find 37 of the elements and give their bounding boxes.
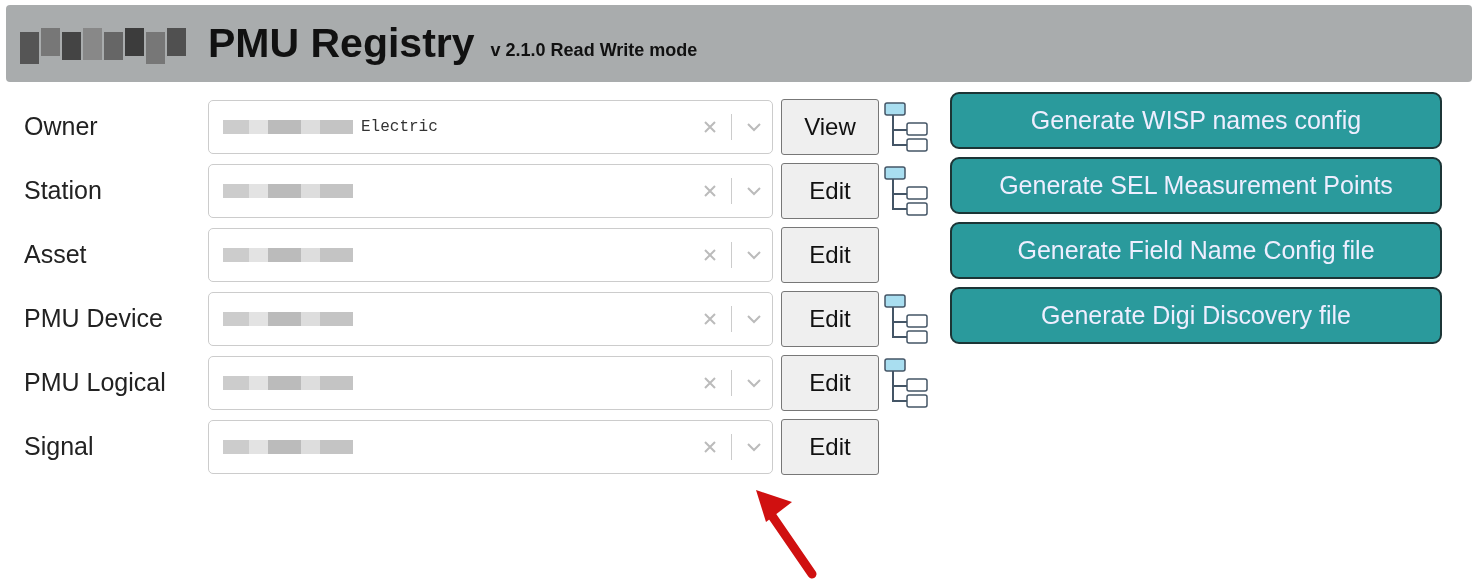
edit-button[interactable]: Edit [781,291,879,347]
field-label: PMU Logical [23,367,167,399]
field-label: Station [23,175,103,207]
clear-icon[interactable] [703,376,717,390]
chevron-down-icon[interactable] [746,250,762,260]
edit-button[interactable]: Edit [781,163,879,219]
field-label: Owner [23,111,99,143]
field-label: Asset [23,239,88,271]
clear-icon[interactable] [703,312,717,326]
chevron-down-icon[interactable] [746,442,762,452]
select-field[interactable]: Electric [208,100,773,154]
clear-icon[interactable] [703,440,717,454]
tree-icon[interactable] [883,357,929,409]
field-label: PMU Device [23,303,164,335]
version-text: v 2.1.0 Read Write mode [490,39,698,62]
tree-icon[interactable] [883,293,929,345]
clear-icon[interactable] [703,184,717,198]
app-title: PMU Registry [208,18,475,68]
edit-button[interactable]: Edit [781,227,879,283]
chevron-down-icon[interactable] [746,186,762,196]
field-label: Signal [23,431,95,463]
select-field[interactable] [208,228,773,282]
edit-button[interactable]: View [781,99,879,155]
tree-icon[interactable] [883,101,929,153]
chevron-down-icon[interactable] [746,314,762,324]
edit-button[interactable]: Edit [781,419,879,475]
field-value: Electric [361,117,438,138]
select-field[interactable] [208,356,773,410]
select-field[interactable] [208,164,773,218]
chevron-down-icon[interactable] [746,378,762,388]
clear-icon[interactable] [703,120,717,134]
tree-icon[interactable] [883,165,929,217]
chevron-down-icon[interactable] [746,122,762,132]
clear-icon[interactable] [703,248,717,262]
edit-button[interactable]: Edit [781,355,879,411]
select-field[interactable] [208,292,773,346]
select-field[interactable] [208,420,773,474]
